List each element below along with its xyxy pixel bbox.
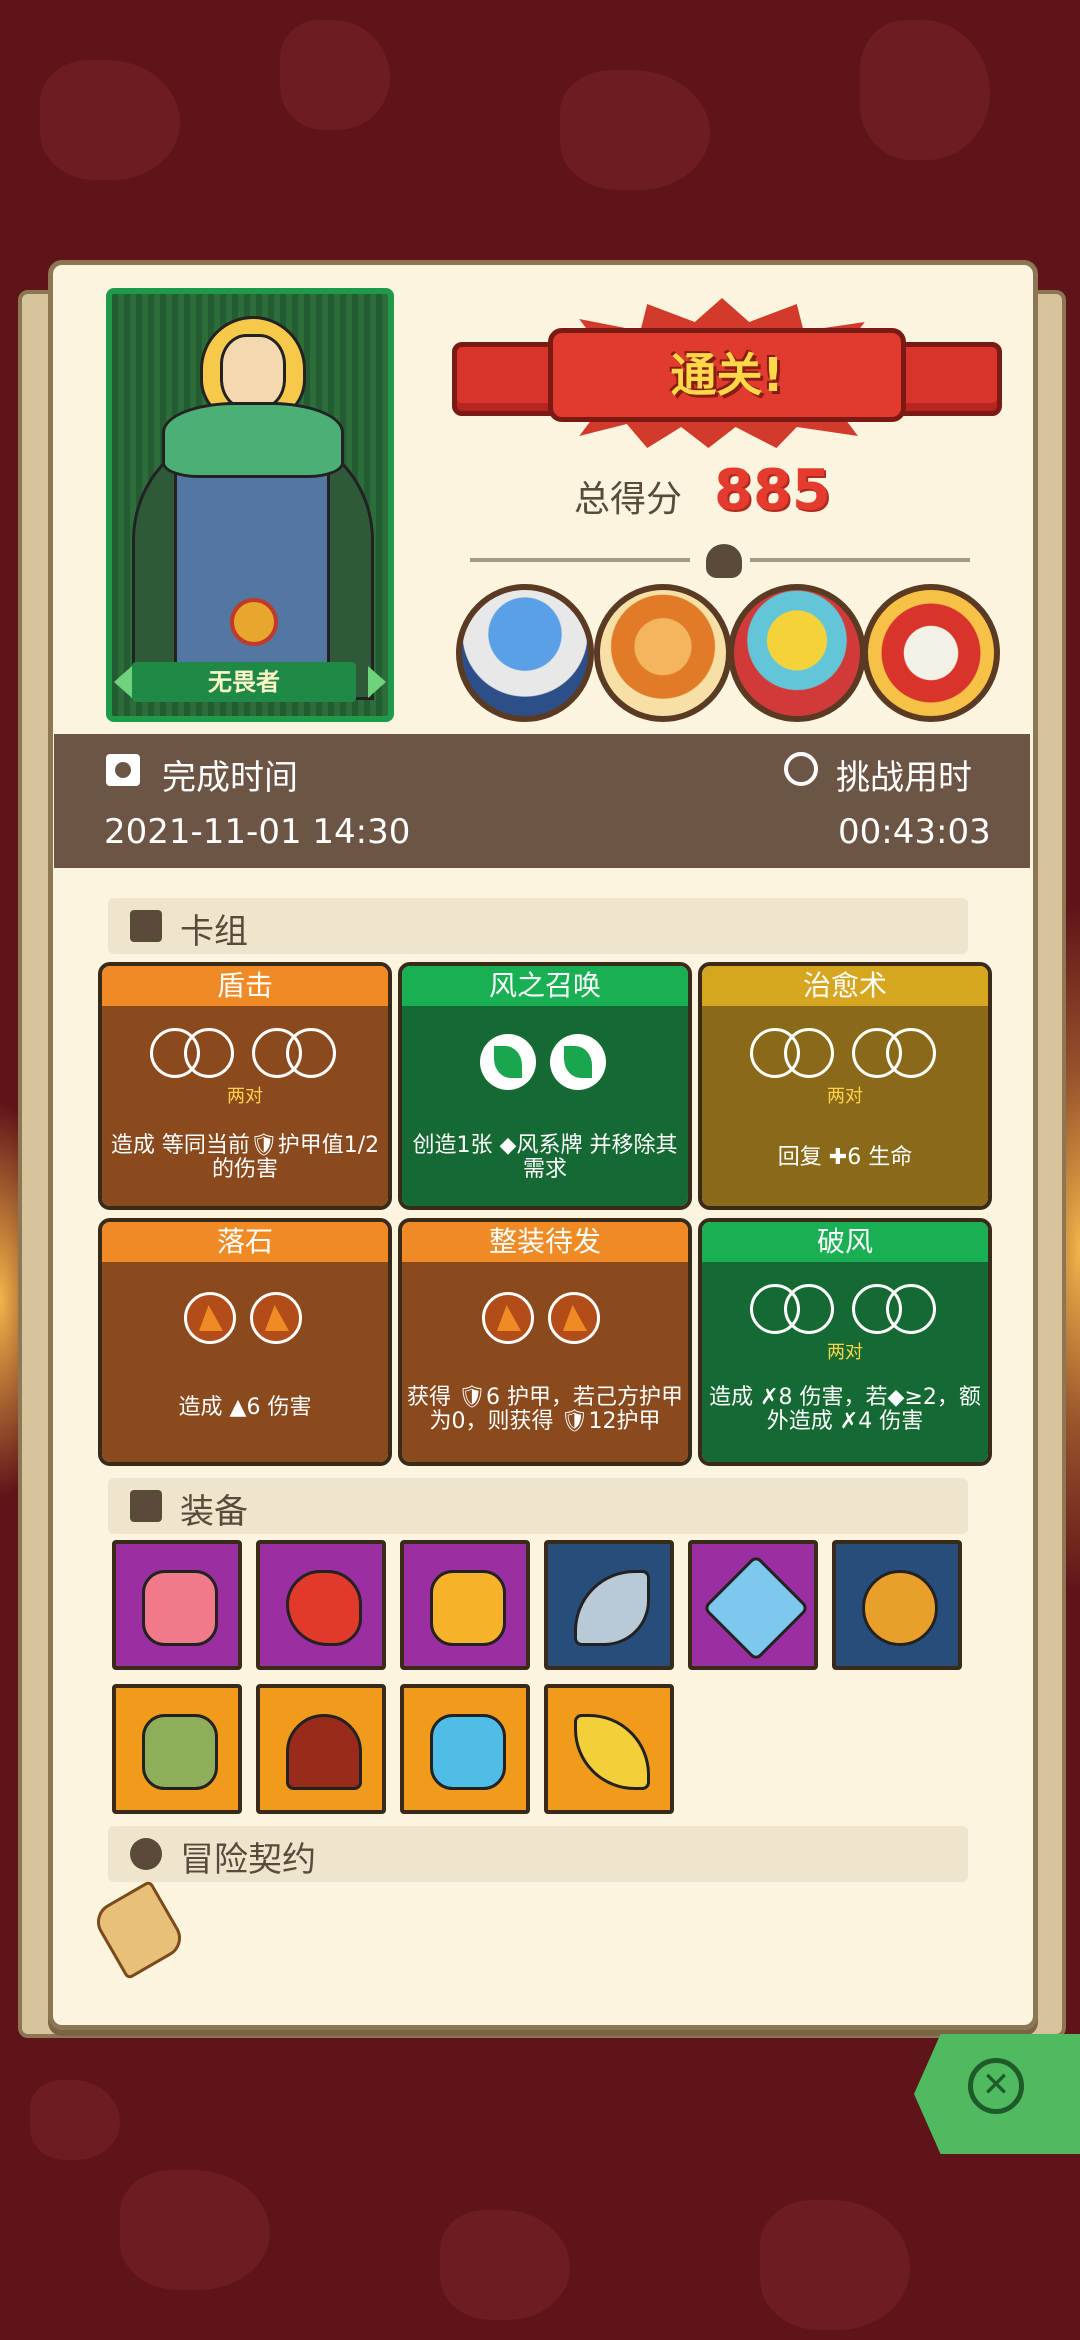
golden-seed-pot-icon[interactable] bbox=[832, 1540, 962, 1670]
card-name: 整装待发 bbox=[402, 1222, 688, 1262]
card-description: 造成 ▲6 伤害 bbox=[178, 1395, 312, 1420]
card-description: 回复 ✚6 生命 bbox=[777, 1145, 913, 1170]
next-arrow-icon[interactable] bbox=[368, 666, 386, 698]
card-description: 创造1张 ◆风系牌 并移除其需求 bbox=[412, 1133, 678, 1182]
rock-icon bbox=[548, 1292, 600, 1344]
victory-banner: 通关! bbox=[452, 298, 1002, 448]
contract-section-header: 冒险契约 bbox=[108, 1826, 968, 1882]
duration-label: 挑战用时 bbox=[836, 758, 972, 798]
sickle-blade-icon[interactable] bbox=[544, 1540, 674, 1670]
medal-icon bbox=[230, 598, 278, 646]
contract-title: 冒险契约 bbox=[180, 1840, 316, 1880]
film-icon bbox=[106, 754, 140, 786]
deck-title: 卡组 bbox=[180, 912, 248, 952]
card-requirement: 两对 bbox=[827, 1342, 863, 1363]
card-heal[interactable]: 治愈术 两对 回复 ✚6 生命 bbox=[698, 962, 992, 1210]
stopwatch-icon bbox=[784, 752, 818, 786]
hero-portrait-card[interactable]: 无畏者 bbox=[106, 288, 394, 722]
slime-cube-icon[interactable] bbox=[112, 1540, 242, 1670]
cards-icon bbox=[130, 910, 162, 942]
close-icon[interactable]: ✕ bbox=[968, 2058, 1024, 2114]
deck-section-header: 卡组 bbox=[108, 898, 968, 954]
rock-icon bbox=[250, 1292, 302, 1344]
phoenix-feather-icon[interactable] bbox=[544, 1684, 674, 1814]
flame-shield-icon[interactable] bbox=[400, 1540, 530, 1670]
card-name: 破风 bbox=[702, 1222, 988, 1262]
horned-warrior-boss-icon[interactable] bbox=[594, 584, 732, 722]
card-name: 落石 bbox=[102, 1222, 388, 1262]
red-hood-icon[interactable] bbox=[256, 1684, 386, 1814]
rock-icon bbox=[482, 1292, 534, 1344]
card-shield-bash[interactable]: 盾击 两对 造成 等同当前🛡护甲值1/2的伤害 bbox=[98, 962, 392, 1210]
crystal-shield-icon[interactable] bbox=[400, 1684, 530, 1814]
card-ready-armor[interactable]: 整装待发 获得 🛡6 护甲，若己方护甲为0，则获得 🛡12护甲 bbox=[398, 1218, 692, 1466]
card-rockfall[interactable]: 落石 造成 ▲6 伤害 bbox=[98, 1218, 392, 1466]
card-description: 造成 等同当前🛡护甲值1/2的伤害 bbox=[110, 1133, 380, 1182]
rock-icon bbox=[184, 1292, 236, 1344]
moss-book-icon[interactable] bbox=[112, 1684, 242, 1814]
wind-leaf-icon bbox=[550, 1034, 606, 1090]
pawn-icon bbox=[130, 1838, 162, 1870]
wind-leaf-icon bbox=[480, 1034, 536, 1090]
ice-dagger-icon[interactable] bbox=[688, 1540, 818, 1670]
card-wind-break[interactable]: 破风 两对 造成 ✗8 伤害，若◆≥2，额外造成 ✗4 伤害 bbox=[698, 1218, 992, 1466]
card-name: 治愈术 bbox=[702, 966, 988, 1006]
hero-class-title: 无畏者 bbox=[132, 662, 356, 702]
finish-time-label: 完成时间 bbox=[162, 758, 298, 798]
demon-mask-boss-icon[interactable] bbox=[862, 584, 1000, 722]
prev-arrow-icon[interactable] bbox=[114, 666, 132, 698]
card-description: 造成 ✗8 伤害，若◆≥2，额外造成 ✗4 伤害 bbox=[709, 1385, 981, 1434]
hero-scarf bbox=[162, 402, 344, 478]
card-name: 风之召唤 bbox=[402, 966, 688, 1006]
victory-text: 通关! bbox=[670, 348, 784, 402]
card-wind-call[interactable]: 风之召唤 创造1张 ◆风系牌 并移除其需求 bbox=[398, 962, 692, 1210]
mushroom-wizard-boss-icon[interactable] bbox=[456, 584, 594, 722]
card-requirement: 两对 bbox=[827, 1086, 863, 1107]
finish-time-value: 2021-11-01 14:30 bbox=[104, 812, 411, 852]
equipment-title: 装备 bbox=[180, 1492, 248, 1532]
card-name: 盾击 bbox=[102, 966, 388, 1006]
duration-value: 00:43:03 bbox=[838, 812, 991, 852]
card-requirement: 两对 bbox=[227, 1086, 263, 1107]
card-description: 获得 🛡6 护甲，若己方护甲为0，则获得 🛡12护甲 bbox=[407, 1385, 683, 1434]
equipment-section-header: 装备 bbox=[108, 1478, 968, 1534]
hero-face bbox=[220, 334, 286, 410]
fire-pepper-icon[interactable] bbox=[256, 1540, 386, 1670]
skull-icon bbox=[706, 544, 742, 578]
score-value: 885 bbox=[714, 458, 831, 523]
cube-icon bbox=[130, 1490, 162, 1522]
masked-shaman-boss-icon[interactable] bbox=[728, 584, 866, 722]
score-label: 总得分 bbox=[574, 479, 683, 520]
